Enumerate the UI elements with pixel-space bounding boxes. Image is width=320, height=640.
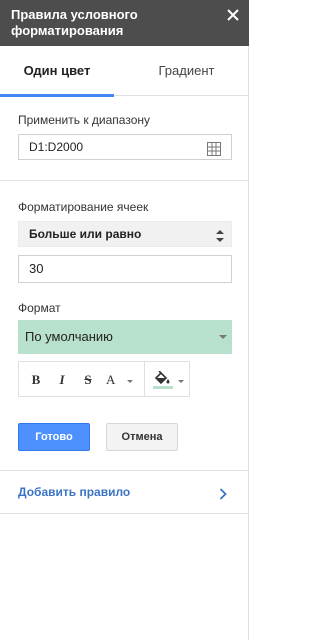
done-button[interactable]: Готово (18, 423, 90, 451)
section-divider (0, 180, 249, 181)
fill-color-button[interactable] (150, 369, 188, 391)
condition-label: Форматирование ячеек (18, 200, 149, 214)
toolbar-separator (144, 362, 145, 396)
sidebar-title: Правила условного форматирования (11, 7, 138, 38)
select-arrows-icon (216, 227, 224, 242)
tab-single-color[interactable]: Один цвет (0, 46, 114, 97)
chevron-down-icon (219, 335, 227, 339)
range-value: D1:D2000 (29, 140, 84, 154)
sidebar-header: Правила условного форматирования (0, 0, 249, 46)
condition-value-input[interactable]: 30 (18, 255, 232, 283)
fill-color-swatch (153, 386, 173, 389)
tab-gradient[interactable]: Градиент (124, 46, 249, 96)
add-rule-label: Добавить правило (18, 485, 131, 499)
format-label: Формат (18, 301, 61, 315)
tab-bar: Один цвет Градиент (0, 46, 249, 97)
format-toolbar: B I S A (18, 361, 190, 397)
conditional-format-sidebar: Правила условного форматирования Один цв… (0, 0, 249, 640)
close-icon[interactable] (226, 8, 240, 22)
chevron-down-icon (178, 380, 184, 383)
strikethrough-button[interactable]: S (77, 369, 99, 391)
cancel-button[interactable]: Отмена (106, 423, 178, 451)
paint-bucket-icon (154, 371, 170, 385)
add-rule-button[interactable]: Добавить правило (0, 470, 249, 514)
range-input[interactable]: D1:D2000 (18, 134, 232, 160)
text-color-button[interactable]: A (103, 369, 137, 391)
condition-selected: Больше или равно (29, 227, 142, 241)
chevron-right-icon (219, 487, 227, 500)
italic-button[interactable]: I (51, 369, 73, 391)
format-preset-value: По умолчанию (25, 329, 113, 344)
chevron-down-icon (127, 380, 133, 383)
grid-select-icon[interactable] (207, 140, 221, 156)
bold-button[interactable]: B (25, 369, 47, 391)
format-preset-select[interactable]: По умолчанию (18, 320, 232, 354)
text-color-icon: A (106, 372, 116, 387)
range-label: Применить к диапазону (18, 113, 151, 127)
condition-select[interactable]: Больше или равно (18, 221, 232, 247)
